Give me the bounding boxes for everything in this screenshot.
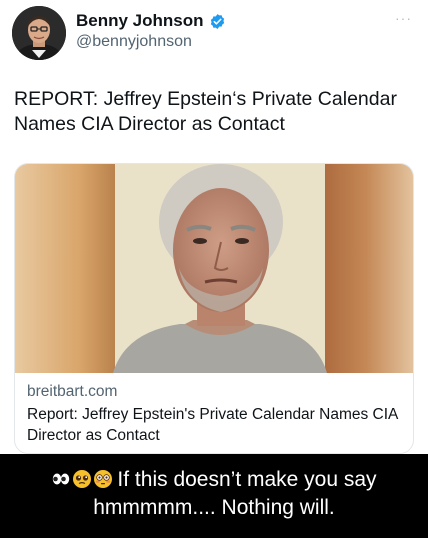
- more-options-icon[interactable]: ···: [395, 10, 412, 26]
- author-name-row: Benny Johnson: [76, 11, 226, 31]
- card-title: Report: Jeffrey Epstein's Private Calend…: [27, 406, 398, 444]
- pleading-face-icon: [73, 470, 92, 488]
- author-name[interactable]: Benny Johnson: [76, 11, 204, 31]
- card-image: [15, 164, 413, 373]
- tweet: Benny Johnson @bennyjohnson ··· REPORT: …: [0, 0, 428, 454]
- author-handle[interactable]: @bennyjohnson: [76, 33, 192, 51]
- card-domain: breitbart.com: [27, 383, 118, 400]
- caption-text: If this doesn’t make you say hmmmmm.... …: [93, 468, 377, 519]
- caption-emojis: [51, 469, 113, 489]
- tweet-text: REPORT: Jeffrey Epstein‘s Private Calend…: [14, 88, 397, 135]
- verified-badge-icon: [210, 13, 224, 29]
- meme-caption: If this doesn’t make you say hmmmmm.... …: [0, 466, 428, 522]
- link-card[interactable]: breitbart.com Report: Jeffrey Epstein's …: [14, 163, 414, 454]
- flushed-face-icon: [94, 470, 113, 488]
- card-meta: breitbart.com Report: Jeffrey Epstein's …: [27, 382, 407, 446]
- eyes-emoji-icon: [53, 473, 70, 485]
- author-avatar[interactable]: [12, 6, 66, 60]
